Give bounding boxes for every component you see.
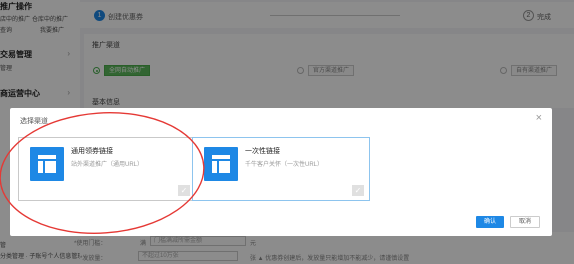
confirm-button[interactable]: 确认 bbox=[476, 216, 504, 228]
modal-title: 选择渠道 bbox=[20, 118, 48, 125]
check-icon: ✓ bbox=[352, 185, 364, 196]
check-icon: ✓ bbox=[178, 185, 190, 196]
channel-card-one-time-link[interactable]: 一次性链接 千牛客户关怀（一次性URL） ✓ bbox=[192, 137, 370, 201]
cancel-button[interactable]: 取消 bbox=[510, 216, 540, 228]
layout-template-icon bbox=[30, 147, 64, 181]
select-channel-modal: 选择渠道 × 通用领券链接 站外渠道推广（通用URL） ✓ 一次性链接 千牛客户… bbox=[10, 108, 552, 236]
channel-card-general-link[interactable]: 通用领券链接 站外渠道推广（通用URL） ✓ bbox=[18, 137, 196, 201]
layout-template-icon bbox=[204, 147, 238, 181]
card-title: 通用领券链接 bbox=[71, 148, 113, 155]
card-title: 一次性链接 bbox=[245, 148, 280, 155]
close-icon[interactable]: × bbox=[536, 113, 542, 124]
card-description: 站外渠道推广（通用URL） bbox=[71, 162, 144, 168]
card-description: 千牛客户关怀（一次性URL） bbox=[245, 162, 324, 168]
